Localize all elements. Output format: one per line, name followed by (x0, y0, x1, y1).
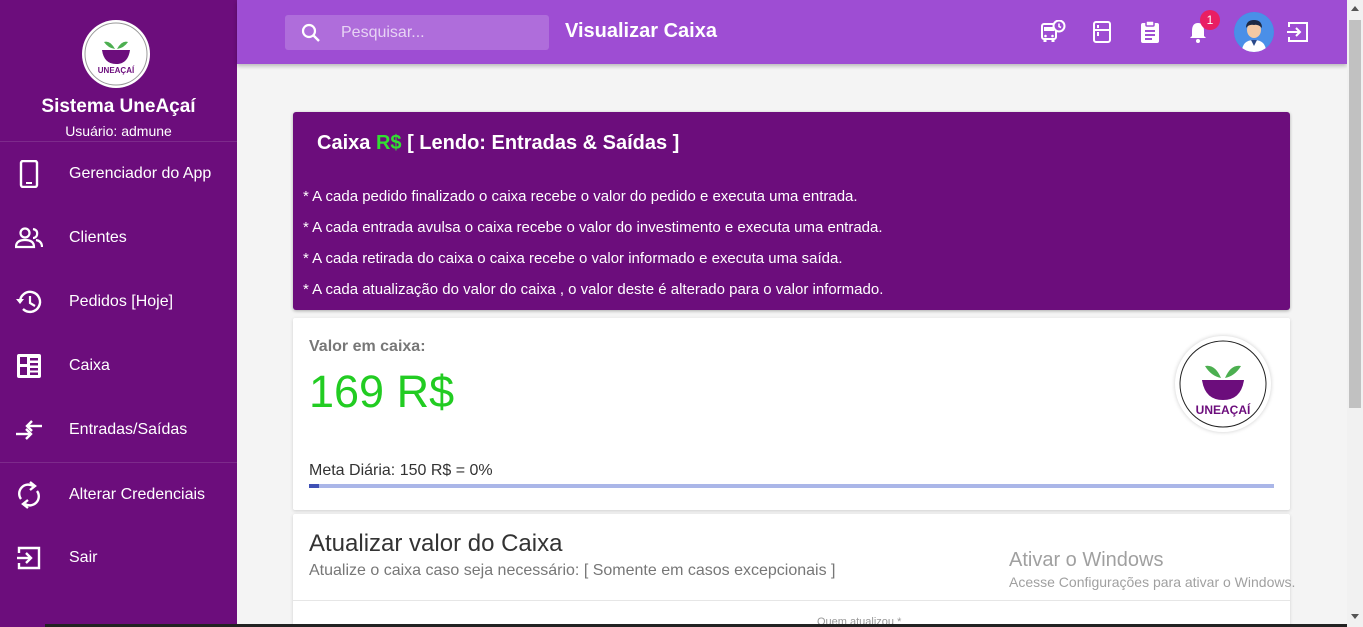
sidebar: UNEAÇAÍ Sistema UneAçaí Usuário: admune … (0, 0, 237, 627)
sidebar-item-label: Sair (69, 549, 98, 566)
scroll-down-arrow[interactable] (1351, 614, 1359, 619)
info-title-suffix: [ Lendo: Entradas & Saídas ] (401, 132, 680, 154)
sidebar-item-alterar-credenciais[interactable]: Alterar Credenciais (0, 462, 237, 526)
bus-clock-icon[interactable] (1040, 19, 1066, 44)
info-title-currency: R$ (375, 132, 402, 154)
info-card: Caixa R$ [ Lendo: Entradas & Saídas ] * … (293, 112, 1290, 310)
divider (293, 600, 1290, 601)
app-title: Sistema UneAçaí (41, 96, 196, 117)
info-line: * A cada entrada avulsa o caixa recebe o… (303, 219, 883, 236)
cash-value-label: Valor em caixa: (309, 338, 426, 355)
windows-activation-subtitle: Acesse Configurações para ativar o Windo… (1009, 574, 1296, 590)
page-title: Visualizar Caixa (565, 20, 717, 42)
sidebar-item-gerenciador[interactable]: Gerenciador do App (0, 142, 237, 206)
svg-text:UNEAÇAÍ: UNEAÇAÍ (98, 66, 135, 75)
notification-badge: 1 (1200, 10, 1220, 30)
sidebar-item-label: Gerenciador do App (69, 165, 212, 182)
search-icon (301, 23, 321, 43)
info-line: * A cada pedido finalizado o caixa receb… (303, 188, 858, 205)
sidebar-item-clientes[interactable]: Clientes (0, 206, 237, 270)
daily-goal-text: Meta Diária: 150 R$ = 0% (309, 462, 493, 479)
daily-goal-progress (309, 484, 1274, 488)
sidebar-item-label: Caixa (69, 357, 110, 374)
page-scrollbar[interactable] (1347, 0, 1363, 627)
sidebar-menu: Gerenciador do App Clientes Pedidos [Hoj… (0, 142, 237, 590)
update-card-subtitle: Atualize o caixa caso seja necessário: [… (309, 562, 836, 579)
uneacai-logo: UNEAÇAÍ (1175, 336, 1271, 432)
sidebar-item-label: Entradas/Saídas (69, 421, 188, 438)
info-title-prefix: Caixa (317, 132, 376, 154)
windows-activation-title: Ativar o Windows (1009, 549, 1164, 571)
search-box[interactable] (285, 15, 549, 50)
logout-icon[interactable] (1286, 20, 1310, 44)
cash-value-card: Valor em caixa: 169 R$ UNEAÇAÍ Meta Diár… (293, 318, 1290, 510)
dashboard-icon (15, 352, 43, 380)
info-title: Caixa R$ [ Lendo: Entradas & Saídas ] (317, 132, 679, 155)
info-line: * A cada retirada do caixa o caixa receb… (303, 250, 843, 267)
avatar[interactable] (1234, 12, 1274, 52)
cash-value-amount: 169 R$ (309, 366, 455, 417)
sidebar-item-label: Clientes (69, 229, 127, 246)
search-input[interactable] (341, 15, 541, 50)
smartphone-icon (15, 160, 43, 188)
brand-logo: UNEAÇAÍ (82, 20, 150, 88)
scroll-up-arrow[interactable] (1351, 6, 1359, 11)
sidebar-item-caixa[interactable]: Caixa (0, 334, 237, 398)
exit-icon (15, 544, 43, 572)
top-bar: Visualizar Caixa 1 (237, 0, 1347, 64)
compare-arrows-icon (15, 416, 43, 444)
sidebar-item-sair[interactable]: Sair (0, 526, 237, 590)
sync-icon (15, 480, 43, 509)
svg-text:UNEAÇAÍ: UNEAÇAÍ (1196, 402, 1251, 417)
sidebar-item-label: Alterar Credenciais (69, 485, 206, 503)
sidebar-item-label: Pedidos [Hoje] (69, 293, 174, 310)
history-icon (15, 288, 43, 316)
sidebar-item-entradas-saidas[interactable]: Entradas/Saídas (0, 398, 237, 462)
sidebar-brand: UNEAÇAÍ Sistema UneAçaí Usuário: admune (0, 0, 237, 142)
update-card-title: Atualizar valor do Caixa (309, 530, 563, 557)
daily-goal-progress-fill (309, 484, 319, 488)
info-line: * A cada atualização do valor do caixa ,… (303, 281, 884, 298)
sidebar-item-pedidos[interactable]: Pedidos [Hoje] (0, 270, 237, 334)
clipboard-icon[interactable] (1138, 20, 1162, 44)
kitchen-icon[interactable] (1090, 20, 1114, 44)
user-label: Usuário: admune (65, 123, 172, 139)
scroll-thumb[interactable] (1349, 20, 1361, 408)
people-icon (15, 224, 43, 252)
